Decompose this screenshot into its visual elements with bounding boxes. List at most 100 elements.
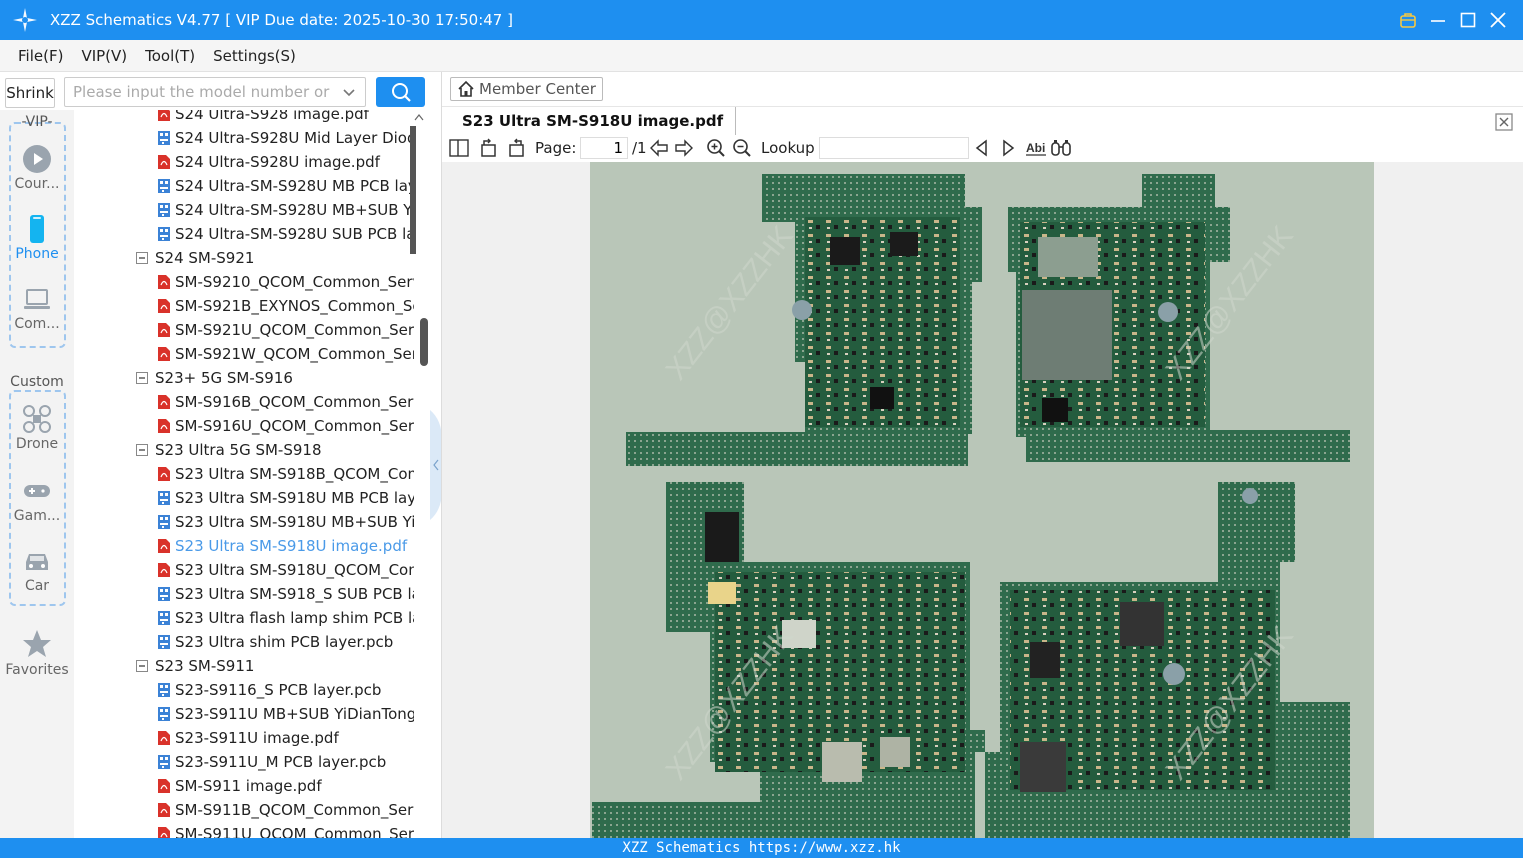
tree-scrollbar[interactable] [410, 112, 428, 834]
tree-item-label: S24 Ultra-SM-S928U MB+SUB YiDi [175, 201, 414, 219]
menu-file[interactable]: File(F) [18, 47, 63, 65]
find-prev-icon[interactable] [971, 137, 993, 159]
minimize-button[interactable] [1423, 0, 1453, 40]
tree-file[interactable]: S23 Ultra SM-S918U_QCOM_Comm [74, 558, 414, 582]
binoculars-icon[interactable] [1050, 137, 1072, 159]
vip-bag-icon[interactable] [1393, 0, 1423, 40]
tree-file[interactable]: SM-S9210_QCOM_Common_Servic [74, 270, 414, 294]
search-row: Shrink [0, 72, 432, 110]
pcb-file-icon [158, 203, 170, 217]
member-center-button[interactable]: Member Center [450, 77, 603, 101]
pdf-file-icon [158, 731, 170, 745]
tree-file[interactable]: S23-S911U image.pdf [74, 726, 414, 750]
category-phone[interactable]: Phone [0, 214, 74, 262]
next-page-icon[interactable] [673, 137, 695, 159]
collapse-toggle-icon[interactable] [136, 372, 148, 384]
tree-file[interactable]: S23-S9116_S PCB layer.pcb [74, 678, 414, 702]
search-input[interactable] [65, 78, 335, 106]
tree-item-label: S23+ 5G SM-S916 [155, 369, 293, 387]
tree-item-label: S24 Ultra-SM-S928U MB PCB layer [175, 177, 414, 195]
tree-file[interactable]: SM-S911B_QCOM_Common_Servic [74, 798, 414, 822]
menu-settings[interactable]: Settings(S) [213, 47, 296, 65]
tree-file[interactable]: SM-S911 image.pdf [74, 774, 414, 798]
collapse-toggle-icon[interactable] [136, 444, 148, 456]
tree-file[interactable]: S23 Ultra shim PCB layer.pcb [74, 630, 414, 654]
tree-item-label: S23-S9116_S PCB layer.pcb [175, 681, 382, 699]
tree-file[interactable]: S23-S911U MB+SUB YiDianTong.p [74, 702, 414, 726]
tree-file[interactable]: S23 Ultra SM-S918U MB PCB layer. [74, 486, 414, 510]
tree-file[interactable]: S23-S911U_M PCB layer.pcb [74, 750, 414, 774]
search-button[interactable] [376, 77, 425, 107]
tree-item-label: S24 SM-S921 [155, 249, 255, 267]
category-sidebar: -VIP- Cour... Phone Com... Custom Drone … [0, 110, 74, 838]
collapse-toggle-icon[interactable] [136, 252, 148, 264]
page-label: Page: [535, 139, 577, 157]
tree-folder[interactable]: S24 SM-S921 [74, 246, 414, 270]
document-tab[interactable]: S23 Ultra SM-S918U image.pdf [450, 107, 737, 135]
category-courses[interactable]: Cour... [0, 144, 74, 192]
document-viewport[interactable]: XZZ@XZZHK XZZ@XZZHK XZZ@XZZHK XZZ@XZZHK [442, 162, 1523, 838]
tree-file[interactable]: SM-S916U_QCOM_Common_Servic [74, 414, 414, 438]
tree-file[interactable]: S24 Ultra-S928U Mid Layer Diode V [74, 126, 414, 150]
close-button[interactable] [1483, 0, 1513, 40]
collapse-toggle-icon[interactable] [136, 660, 148, 672]
maximize-button[interactable] [1453, 0, 1483, 40]
tree-file[interactable]: SM-S921U_QCOM_Common_Servic [74, 318, 414, 342]
category-label: Drone [15, 436, 59, 452]
tree-folder[interactable]: S23 SM-S911 [74, 654, 414, 678]
watermark-text: XZZ@XZZHK [660, 220, 800, 386]
close-tab-icon[interactable] [1494, 112, 1514, 132]
pdf-file-icon [158, 467, 170, 481]
tree-file[interactable]: S23 Ultra SM-S918_S SUB PCB laye [74, 582, 414, 606]
pcb-file-icon [158, 635, 170, 649]
tree-file[interactable]: SM-S916B_QCOM_Common_Servic [74, 390, 414, 414]
tree-file[interactable]: S23 Ultra SM-S918B_QCOM_Comm [74, 462, 414, 486]
tree-file[interactable]: S24 Ultra-SM-S928U SUB PCB layer [74, 222, 414, 246]
zoom-in-icon[interactable] [705, 137, 727, 159]
rotate-right-icon[interactable] [505, 137, 527, 159]
tree-item-label: S23 Ultra 5G SM-S918 [155, 441, 322, 459]
tree-item-label: S24 Ultra-S928 image.pdf [175, 110, 369, 123]
zoom-out-icon[interactable] [731, 137, 753, 159]
tree-folder[interactable]: S23 Ultra 5G SM-S918 [74, 438, 414, 462]
menu-vip[interactable]: VIP(V) [81, 47, 127, 65]
home-icon [458, 80, 474, 97]
lookup-label: Lookup [761, 139, 815, 157]
tree-file[interactable]: SM-S911U_QCOM_Common_Servic [74, 822, 414, 838]
category-game[interactable]: Gam... [0, 476, 74, 524]
menu-tool[interactable]: Tool(T) [145, 47, 195, 65]
shrink-button[interactable]: Shrink [5, 78, 55, 108]
tree-file[interactable]: S24 Ultra-SM-S928U MB PCB layer [74, 174, 414, 198]
custom-group-label: Custom [10, 374, 64, 390]
tree-file[interactable]: SM-S921B_EXYNOS_Common_Serv [74, 294, 414, 318]
tree-file[interactable]: SM-S921W_QCOM_Common_Servi [74, 342, 414, 366]
rotate-left-icon[interactable] [478, 137, 500, 159]
find-next-icon[interactable] [997, 137, 1019, 159]
page-number-input[interactable] [580, 137, 628, 159]
sidebar-toggle-icon[interactable] [448, 137, 470, 159]
category-car[interactable]: Car [0, 546, 74, 594]
tree-item-label: SM-S911 image.pdf [175, 777, 322, 795]
tree-item-label: S23-S911U_M PCB layer.pcb [175, 753, 387, 771]
tree-file[interactable]: S23 Ultra flash lamp shim PCB laye [74, 606, 414, 630]
category-drone[interactable]: Drone [0, 404, 74, 452]
pdf-file-icon [158, 347, 170, 361]
pcb-file-icon [158, 683, 170, 697]
category-favorites[interactable]: Favorites [0, 628, 74, 678]
title-bar: XZZ Schematics V4.77 [ VIP Due date: 202… [0, 0, 1523, 40]
match-case-icon[interactable]: Abi [1024, 137, 1048, 159]
chevron-down-icon[interactable] [341, 84, 357, 100]
pcb-file-icon [158, 227, 170, 241]
tree-file[interactable]: S24 Ultra-S928 image.pdf [74, 110, 414, 126]
tree-file[interactable]: S24 Ultra-SM-S928U MB+SUB YiDi [74, 198, 414, 222]
tree-file[interactable]: S23 Ultra SM-S918U MB+SUB YiDi [74, 510, 414, 534]
tree-file[interactable]: S24 Ultra-S928U image.pdf [74, 150, 414, 174]
tree-file[interactable]: S23 Ultra SM-S918U image.pdf [74, 534, 414, 558]
status-bar: XZZ Schematics https://www.xzz.hk [0, 838, 1523, 858]
pdf-file-icon [158, 419, 170, 433]
lookup-input[interactable] [819, 137, 969, 159]
prev-page-icon[interactable] [648, 137, 670, 159]
category-computer[interactable]: Com... [0, 284, 74, 332]
star-icon [23, 630, 51, 657]
tree-folder[interactable]: S23+ 5G SM-S916 [74, 366, 414, 390]
